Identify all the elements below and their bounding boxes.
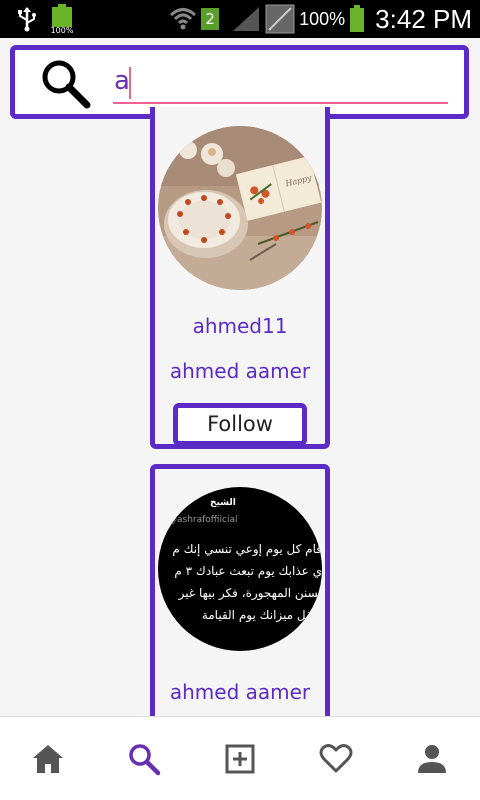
nav-add[interactable] bbox=[210, 729, 270, 789]
search-input[interactable] bbox=[113, 60, 448, 104]
avatar-line: هتقل ميزانك يوم القيامة bbox=[202, 608, 322, 623]
nav-home[interactable] bbox=[18, 729, 78, 789]
home-icon bbox=[33, 744, 63, 773]
add-box-icon bbox=[225, 744, 255, 773]
avatar[interactable]: الشيخ @ashrafoffiicial قام كل يوم إوعي ت… bbox=[158, 487, 322, 651]
battery-small-icon: 100% bbox=[50, 4, 74, 38]
text-caret bbox=[129, 67, 131, 99]
bottom-navigation bbox=[0, 716, 480, 800]
status-bar: 100% 2 100% 3:42 PM bbox=[0, 0, 480, 38]
battery-small-label: 100% bbox=[51, 26, 74, 34]
heart-icon bbox=[319, 743, 353, 772]
profile-icon bbox=[418, 744, 446, 773]
search-icon bbox=[42, 60, 91, 109]
wifi-icon bbox=[170, 8, 197, 30]
avatar-arabic-text-post: الشيخ @ashrafoffiicial قام كل يوم إوعي ت… bbox=[158, 487, 322, 651]
avatar-line: لسنن المهجورة، فكر بيها غير bbox=[178, 586, 322, 601]
nav-search[interactable] bbox=[114, 729, 174, 789]
no-signal-icon bbox=[265, 4, 295, 34]
avatar-handle: @ashrafoffiicial bbox=[168, 515, 237, 525]
avatar-line: ي عذابك يوم تبعث عبادك ٣ م bbox=[174, 564, 322, 579]
avatar[interactable]: Happy bbox=[158, 126, 322, 290]
full-name[interactable]: ahmed aamer bbox=[155, 680, 325, 704]
avatar-line: قام كل يوم إوعي تنسي إنك م bbox=[172, 542, 322, 557]
username[interactable]: ahmed11 bbox=[155, 314, 325, 338]
clock: 3:42 PM bbox=[375, 3, 472, 34]
search-icon bbox=[129, 743, 161, 775]
nav-activity[interactable] bbox=[306, 729, 366, 789]
avatar-food-photo: Happy bbox=[158, 126, 322, 290]
nav-profile[interactable] bbox=[402, 729, 462, 789]
follow-button[interactable]: Follow bbox=[173, 403, 307, 446]
user-result-card[interactable]: Happy ahmed11 ahmed aamer Follow bbox=[150, 107, 330, 449]
full-name[interactable]: ahmed aamer bbox=[155, 359, 325, 383]
avatar-top-word: الشيخ bbox=[210, 498, 236, 508]
usb-icon bbox=[18, 7, 36, 32]
battery-icon bbox=[350, 5, 365, 32]
signal-icon bbox=[233, 7, 260, 31]
sim-badge: 2 bbox=[201, 8, 220, 30]
battery-percent: 100% bbox=[299, 8, 346, 29]
